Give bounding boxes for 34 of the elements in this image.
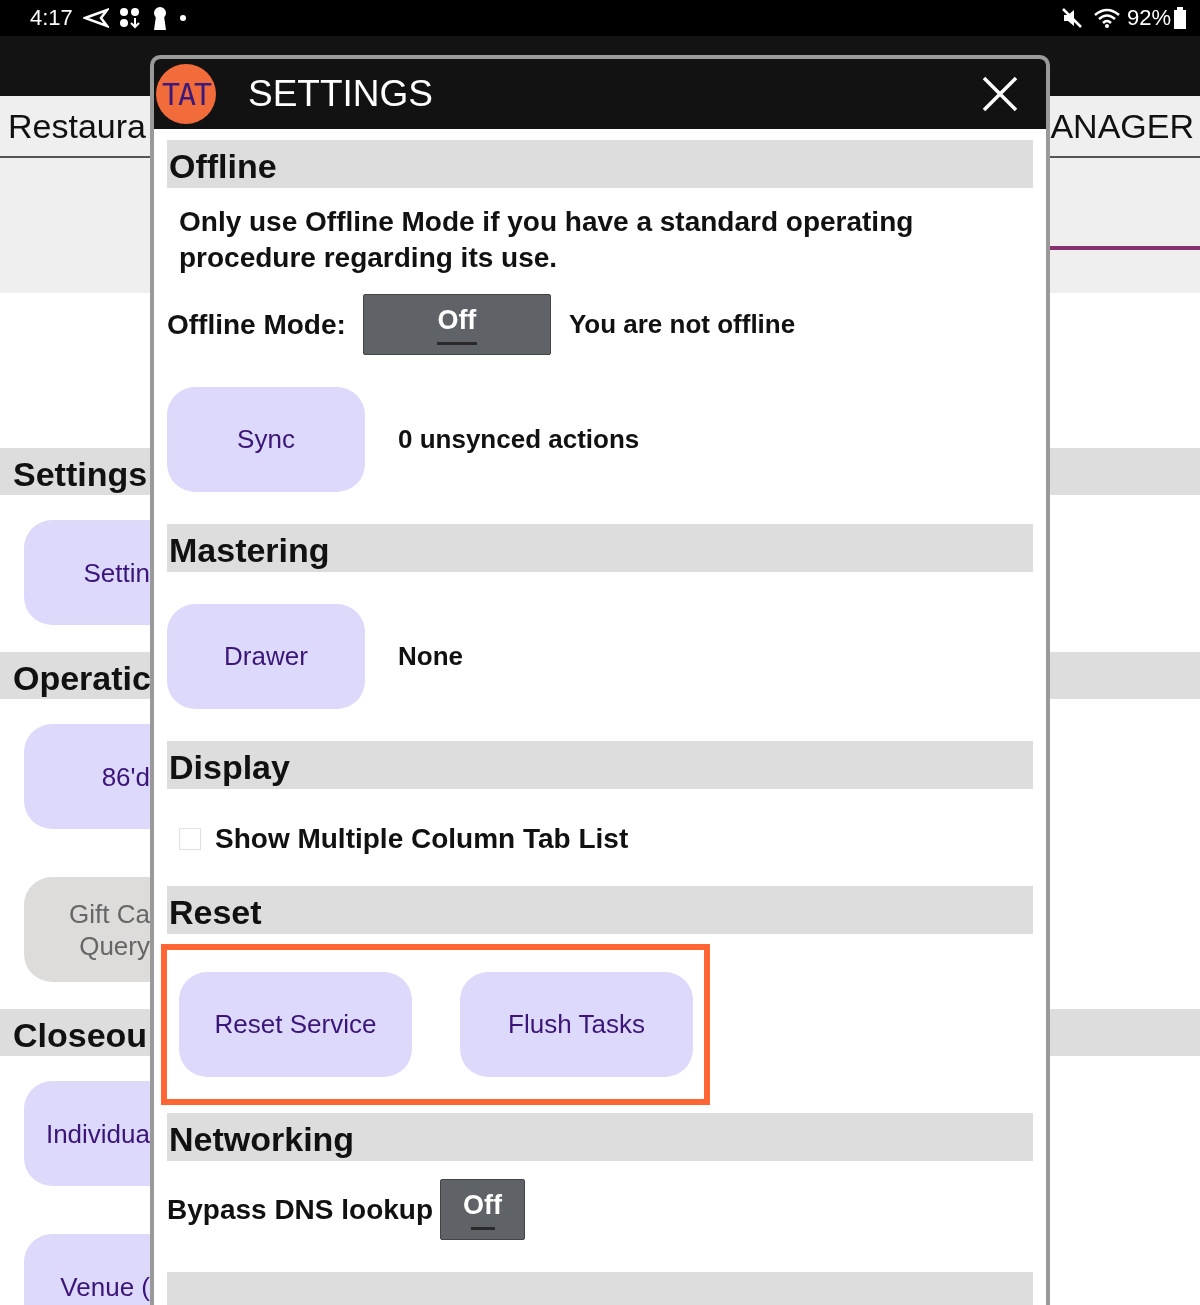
clock: 4:17 — [30, 5, 73, 31]
section-heading: Reset — [167, 886, 1033, 934]
battery-icon — [1174, 7, 1186, 29]
dot-icon — [178, 14, 187, 22]
page-title: Restaura — [8, 106, 146, 146]
dialog-title: SETTINGS — [248, 73, 435, 115]
action-button[interactable]: Reset Service — [179, 972, 412, 1077]
toggle-label: Bypass DNS lookup — [167, 1193, 434, 1226]
checkbox[interactable] — [179, 828, 201, 850]
mute-icon — [1060, 7, 1083, 29]
send-icon — [82, 8, 109, 28]
battery-percent: 92% — [1126, 5, 1171, 31]
section-heading: Mastering — [167, 524, 1033, 572]
toggle-label: Offline Mode: — [167, 308, 346, 341]
wifi-icon — [1092, 7, 1121, 29]
section-heading: Networking — [167, 1113, 1033, 1161]
dots-icon — [118, 7, 141, 29]
action-button[interactable]: Sync — [167, 387, 365, 492]
section-heading: Display — [167, 741, 1033, 789]
menu-button[interactable]: Venue ( — [24, 1234, 150, 1305]
menu-button[interactable]: Individua — [24, 1081, 150, 1186]
action-button[interactable]: Drawer — [167, 604, 365, 709]
status-text: You are not offline — [568, 309, 796, 340]
menu-button[interactable]: Settin — [24, 520, 150, 625]
menu-button[interactable]: 86'd — [24, 724, 150, 829]
role-label: ANAGER — [1050, 106, 1194, 146]
offline-warning: Only use Offline Mode if you have a standard operating procedure regarding its use. — [179, 205, 915, 275]
logo: TAT — [156, 64, 216, 124]
toggle-switch[interactable]: Off — [440, 1179, 526, 1240]
checkbox-label: Show Multiple Column Tab List — [215, 823, 629, 855]
close-icon[interactable] — [982, 76, 1018, 112]
action-button[interactable]: Flush Tasks — [460, 972, 693, 1077]
section-heading: Offline — [167, 140, 1033, 188]
toggle-switch[interactable]: Off — [362, 294, 551, 355]
